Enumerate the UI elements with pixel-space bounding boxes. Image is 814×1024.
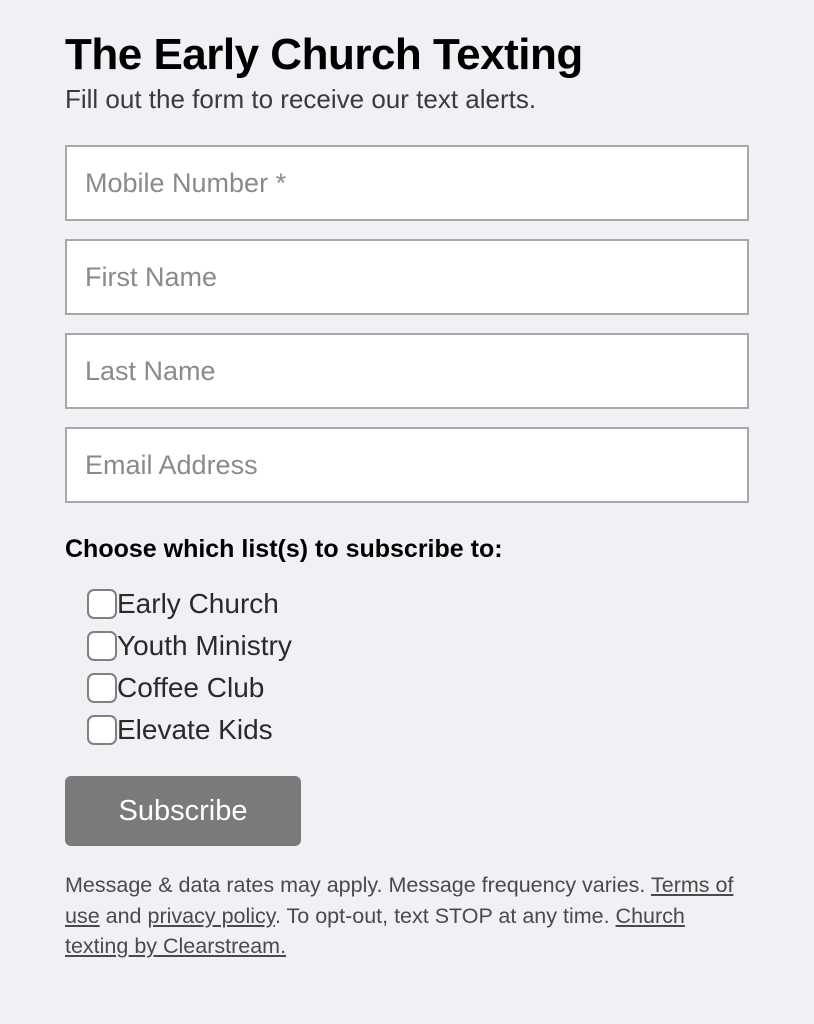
list-item: Coffee Club	[87, 672, 749, 704]
subscribe-lists-heading: Choose which list(s) to subscribe to:	[65, 535, 749, 564]
disclaimer-part2: and	[100, 904, 148, 928]
checkbox-elevate-kids[interactable]	[87, 715, 117, 745]
privacy-policy-link[interactable]: privacy policy	[148, 904, 275, 928]
checkbox-label[interactable]: Elevate Kids	[117, 714, 273, 746]
checkbox-label[interactable]: Youth Ministry	[117, 630, 292, 662]
form-title: The Early Church Texting	[65, 30, 749, 80]
checkbox-early-church[interactable]	[87, 589, 117, 619]
disclaimer-part1: Message & data rates may apply. Message …	[65, 873, 651, 897]
subscribe-button[interactable]: Subscribe	[65, 776, 301, 846]
list-item: Early Church	[87, 588, 749, 620]
checkbox-label[interactable]: Coffee Club	[117, 672, 264, 704]
checkbox-youth-ministry[interactable]	[87, 631, 117, 661]
first-name-input[interactable]	[65, 239, 749, 315]
last-name-input[interactable]	[65, 333, 749, 409]
disclaimer-text: Message & data rates may apply. Message …	[65, 870, 749, 962]
email-input[interactable]	[65, 427, 749, 503]
checkbox-label[interactable]: Early Church	[117, 588, 279, 620]
mobile-number-input[interactable]	[65, 145, 749, 221]
checkbox-coffee-club[interactable]	[87, 673, 117, 703]
list-item: Youth Ministry	[87, 630, 749, 662]
subscribe-lists-group: Early Church Youth Ministry Coffee Club …	[65, 588, 749, 746]
form-subtitle: Fill out the form to receive our text al…	[65, 84, 749, 115]
disclaimer-part3: . To opt-out, text STOP at any time.	[275, 904, 616, 928]
list-item: Elevate Kids	[87, 714, 749, 746]
